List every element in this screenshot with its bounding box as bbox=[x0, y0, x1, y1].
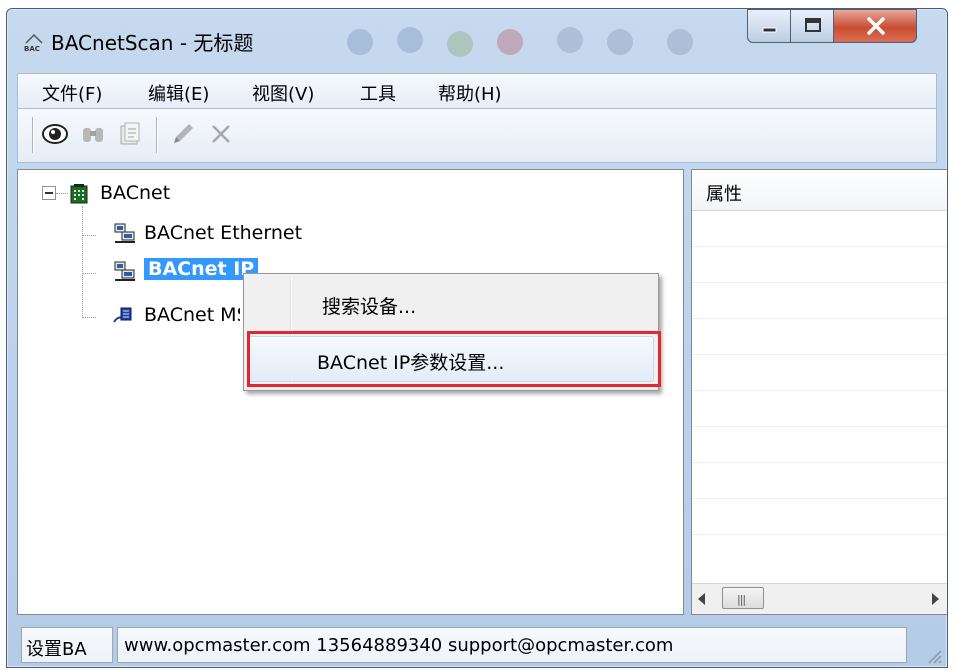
menu-help[interactable]: 帮助(H) bbox=[438, 80, 502, 106]
resize-grip-icon[interactable] bbox=[925, 647, 943, 665]
close-icon bbox=[867, 17, 885, 35]
menu-bar: 文件(F) 编辑(E) 视图(V) 工具 帮助(H) bbox=[17, 73, 937, 109]
svg-text:BAC: BAC bbox=[24, 45, 40, 53]
building-icon bbox=[70, 184, 88, 204]
tree-connector bbox=[82, 273, 96, 274]
tree-root-label[interactable]: BACnet bbox=[100, 182, 170, 204]
tree-item-mstp[interactable]: BACnet MS/TP bbox=[144, 304, 240, 326]
minimize-icon bbox=[762, 27, 777, 33]
scroll-thumb[interactable]: ||| bbox=[722, 587, 764, 609]
title-glass-decoration bbox=[337, 19, 717, 63]
property-row-line bbox=[692, 390, 947, 391]
tree-connector bbox=[82, 206, 83, 318]
property-row-line bbox=[692, 534, 947, 535]
status-pane-main: www.opcmaster.com 13564889340 support@op… bbox=[117, 627, 907, 663]
scroll-right-icon[interactable] bbox=[932, 593, 939, 605]
status-main-text: www.opcmaster.com 13564889340 support@op… bbox=[124, 635, 674, 656]
properties-icon[interactable] bbox=[116, 119, 146, 149]
properties-header[interactable]: 属性 bbox=[692, 170, 947, 211]
menu-item-search-devices[interactable]: 搜索设备... bbox=[248, 280, 654, 326]
property-row-line bbox=[692, 426, 947, 427]
toolbar bbox=[17, 109, 937, 163]
toolbar-separator bbox=[156, 117, 157, 153]
minimize-button[interactable] bbox=[747, 9, 791, 43]
menu-item-label: 搜索设备... bbox=[322, 296, 417, 318]
device-tree: BACnet BACnet Ethernet BACnet IP BACnet … bbox=[17, 169, 684, 615]
window-title: BACnetScan - 无标题 bbox=[51, 31, 254, 55]
tree-collapse-icon[interactable] bbox=[42, 186, 56, 200]
tree-connector bbox=[82, 235, 96, 236]
bacnet-app-icon: BAC bbox=[24, 33, 43, 53]
eye-icon[interactable] bbox=[40, 119, 70, 149]
maximize-icon bbox=[805, 18, 821, 32]
scroll-left-icon[interactable] bbox=[698, 593, 705, 605]
tree-item-ethernet[interactable]: BACnet Ethernet bbox=[144, 222, 302, 244]
grip-icon: ||| bbox=[737, 593, 746, 606]
network-computer-icon bbox=[114, 223, 135, 243]
status-bar: 设置BA www.opcmaster.com 13564889340 suppo… bbox=[17, 621, 947, 667]
pencil-icon[interactable] bbox=[168, 119, 198, 149]
title-bar[interactable]: BAC BACnetScan - 无标题 bbox=[7, 9, 947, 71]
status-pane-left: 设置BA bbox=[21, 627, 113, 663]
menu-view[interactable]: 视图(V) bbox=[252, 80, 314, 106]
menu-file[interactable]: 文件(F) bbox=[42, 80, 102, 106]
horizontal-scrollbar[interactable]: ||| bbox=[692, 583, 947, 614]
property-row-line bbox=[692, 462, 947, 463]
property-row-line bbox=[692, 498, 947, 499]
annotation-highlight-box bbox=[247, 331, 661, 387]
properties-panel: 属性 ||| bbox=[691, 169, 947, 615]
status-left-text: 设置BA bbox=[26, 639, 87, 660]
property-row-line bbox=[692, 318, 947, 319]
property-row-line bbox=[692, 246, 947, 247]
maximize-button[interactable] bbox=[790, 9, 834, 43]
close-button[interactable] bbox=[833, 9, 917, 43]
property-row-line bbox=[692, 282, 947, 283]
tree-connector bbox=[56, 193, 68, 194]
tree-connector bbox=[82, 317, 96, 318]
menu-edit[interactable]: 编辑(E) bbox=[148, 80, 209, 106]
menu-tools[interactable]: 工具 bbox=[360, 80, 396, 106]
network-computer-icon bbox=[114, 261, 135, 281]
property-row-line bbox=[692, 354, 947, 355]
delete-x-icon[interactable] bbox=[206, 119, 236, 149]
properties-header-label: 属性 bbox=[706, 184, 742, 205]
serial-port-icon bbox=[113, 307, 132, 323]
main-window: BAC BACnetScan - 无标题 文件(F) 编辑(E) 视图(V) 工… bbox=[6, 8, 948, 668]
tree-item-ip[interactable]: BACnet IP bbox=[144, 258, 259, 280]
binoculars-icon[interactable] bbox=[78, 119, 108, 149]
toolbar-grip bbox=[32, 117, 33, 153]
